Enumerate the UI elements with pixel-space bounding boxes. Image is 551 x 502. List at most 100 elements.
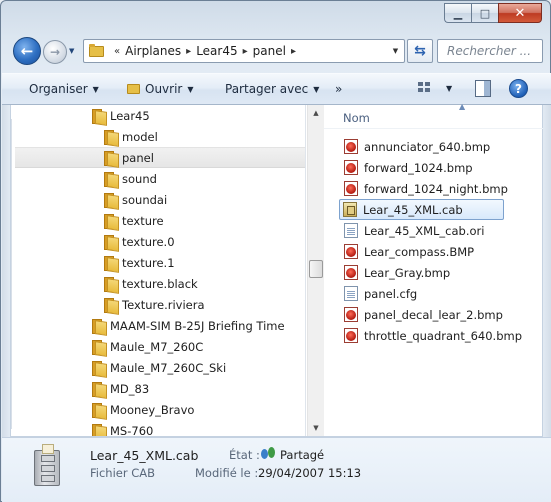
breadcrumb-overflow[interactable]: « [114, 46, 120, 57]
close-button[interactable]: ✕ [498, 3, 542, 23]
tree-item[interactable]: Lear45 [91, 105, 150, 126]
scroll-down-icon[interactable]: ▼ [308, 420, 324, 436]
window-border-left [2, 105, 10, 437]
tree-item-label: texture.black [122, 276, 198, 291]
tree-item[interactable]: sound [103, 168, 157, 189]
open-label: Ouvrir [145, 82, 183, 96]
tree-item[interactable]: panel [15, 147, 305, 168]
breadcrumb-panel[interactable]: panel [253, 44, 286, 58]
views-icon[interactable] [418, 82, 436, 96]
details-pane: Lear_45_XML.cab Fichier CAB État : Parta… [2, 437, 551, 502]
tree-item[interactable]: Mooney_Bravo [91, 399, 194, 420]
tree-item[interactable]: texture.black [103, 273, 198, 294]
open-button[interactable]: Ouvrir ▼ [127, 82, 194, 96]
breadcrumb-lear45[interactable]: Lear45 [196, 44, 237, 58]
chevron-down-icon: ▼ [187, 85, 194, 94]
chevron-down-icon: ▼ [92, 85, 99, 94]
tree-item[interactable]: texture [103, 210, 164, 231]
file-list-item[interactable]: panel_decal_lear_2.bmp [341, 304, 537, 325]
file-list-item[interactable]: annunciator_640.bmp [341, 136, 537, 157]
minimize-button[interactable]: ▁ [444, 3, 471, 23]
forward-button[interactable]: → [43, 40, 67, 64]
tree-item-label: texture [122, 213, 164, 228]
file-list-item[interactable]: panel.cfg [341, 283, 537, 304]
column-name-label: Nom [343, 111, 370, 125]
tree-item[interactable]: Maule_M7_260C_Ski [91, 357, 226, 378]
shared-users-icon [260, 446, 276, 460]
file-list-item[interactable]: Lear_Gray.bmp [341, 262, 537, 283]
tree-item[interactable]: texture.0 [103, 231, 175, 252]
tree-item[interactable]: Texture.riviera [103, 294, 205, 315]
refresh-button[interactable]: ⇆ [407, 39, 433, 63]
file-name-label: Lear_Gray.bmp [364, 265, 451, 280]
back-button[interactable]: ← [13, 37, 41, 65]
bmp-icon [344, 139, 358, 154]
folder-icon [103, 255, 117, 271]
folder-icon [89, 43, 104, 57]
address-bar[interactable]: « Airplanes ▸ Lear45 ▸ panel ▸ ▼ [83, 39, 405, 63]
file-list-item[interactable]: Lear_45_XML_cab.ori [341, 220, 537, 241]
file-name-label: panel_decal_lear_2.bmp [364, 307, 503, 322]
preview-pane-icon[interactable] [475, 80, 491, 97]
file-name-label: Lear_compass.BMP [364, 244, 475, 259]
recent-pages-dropdown-icon[interactable]: ▼ [69, 47, 74, 55]
share-with-button[interactable]: Partager avec ▼ [225, 82, 319, 96]
tree-item[interactable]: MAAM-SIM B-25J Briefing Time [91, 315, 285, 336]
file-name-label: forward_1024_night.bmp [364, 181, 508, 196]
bmp-icon [344, 307, 358, 322]
tree-item[interactable]: Maule_M7_260C [91, 336, 203, 357]
file-cabinet-icon [32, 444, 62, 488]
breadcrumb-chevron-icon[interactable]: ▸ [243, 46, 248, 57]
scroll-up-icon[interactable]: ▲ [308, 105, 324, 121]
command-toolbar: Organiser ▼ Ouvrir ▼ Partager avec ▼ » ▼ ? [2, 73, 551, 105]
search-input[interactable]: Rechercher ... [437, 39, 543, 63]
sort-ascending-icon: ▲ [459, 102, 466, 111]
tree-item-label: Lear45 [110, 108, 150, 123]
explorer-window: ▁ □ ✕ ← → ▼ « Airplanes ▸ Lear45 ▸ panel… [0, 0, 551, 502]
document-icon [344, 286, 358, 301]
views-dropdown-icon[interactable]: ▼ [446, 84, 452, 93]
folder-icon [91, 360, 105, 376]
help-button[interactable]: ? [509, 79, 528, 98]
tree-item[interactable]: MS-760 [91, 420, 153, 436]
refresh-icon: ⇆ [414, 43, 426, 59]
folder-icon [103, 129, 117, 145]
folder-icon [103, 234, 117, 250]
window-controls: ▁ □ ✕ [444, 3, 542, 23]
content-area: Lear45 model panel sound soundai texture textu… [10, 102, 543, 437]
scroll-thumb[interactable] [309, 260, 323, 278]
file-name-label: Lear_45_XML_cab.ori [364, 223, 485, 238]
navigation-bar: ← → ▼ « Airplanes ▸ Lear45 ▸ panel ▸ ▼ ⇆… [1, 35, 550, 67]
tree-item-label: MS-760 [110, 423, 154, 437]
breadcrumb-chevron-icon[interactable]: ▸ [186, 46, 191, 57]
tree-item-label: Maule_M7_260C [110, 339, 204, 354]
address-dropdown-icon[interactable]: ▼ [386, 40, 404, 62]
file-list-item[interactable]: Lear_compass.BMP [341, 241, 537, 262]
file-list-item[interactable]: forward_1024_night.bmp [341, 178, 537, 199]
column-header-name[interactable]: ▲ Nom [324, 102, 543, 129]
navigation-scrollbar[interactable]: ▲ ▼ [307, 105, 324, 436]
file-list-item[interactable]: Lear_45_XML.cab [339, 199, 504, 220]
file-list-item[interactable]: throttle_quadrant_640.bmp [341, 325, 537, 346]
breadcrumb-chevron-icon[interactable]: ▸ [291, 46, 296, 57]
tree-item-label: MAAM-SIM B-25J Briefing Time [110, 318, 285, 333]
tree-item-label: MD_83 [110, 381, 150, 396]
folder-icon [91, 381, 105, 397]
file-list-item[interactable]: forward_1024.bmp [341, 157, 537, 178]
tree-item[interactable]: texture.1 [103, 252, 175, 273]
more-commands-button[interactable]: » [335, 82, 342, 96]
bmp-icon [344, 160, 358, 175]
folder-icon [91, 339, 105, 355]
maximize-button[interactable]: □ [471, 3, 498, 23]
bmp-icon [344, 244, 358, 259]
tree-item[interactable]: MD_83 [91, 378, 149, 399]
tree-item-label: Texture.riviera [122, 297, 205, 312]
organize-button[interactable]: Organiser ▼ [29, 82, 99, 96]
tree-item[interactable]: soundai [103, 189, 167, 210]
tree-item[interactable]: model [103, 126, 158, 147]
details-modified-value: 29/04/2007 15:13 [258, 466, 362, 480]
breadcrumb-airplanes[interactable]: Airplanes [125, 44, 181, 58]
organize-label: Organiser [29, 82, 88, 96]
details-file-type: Fichier CAB [90, 466, 156, 480]
navigation-pane: Lear45 model panel sound soundai texture textu… [11, 105, 306, 436]
